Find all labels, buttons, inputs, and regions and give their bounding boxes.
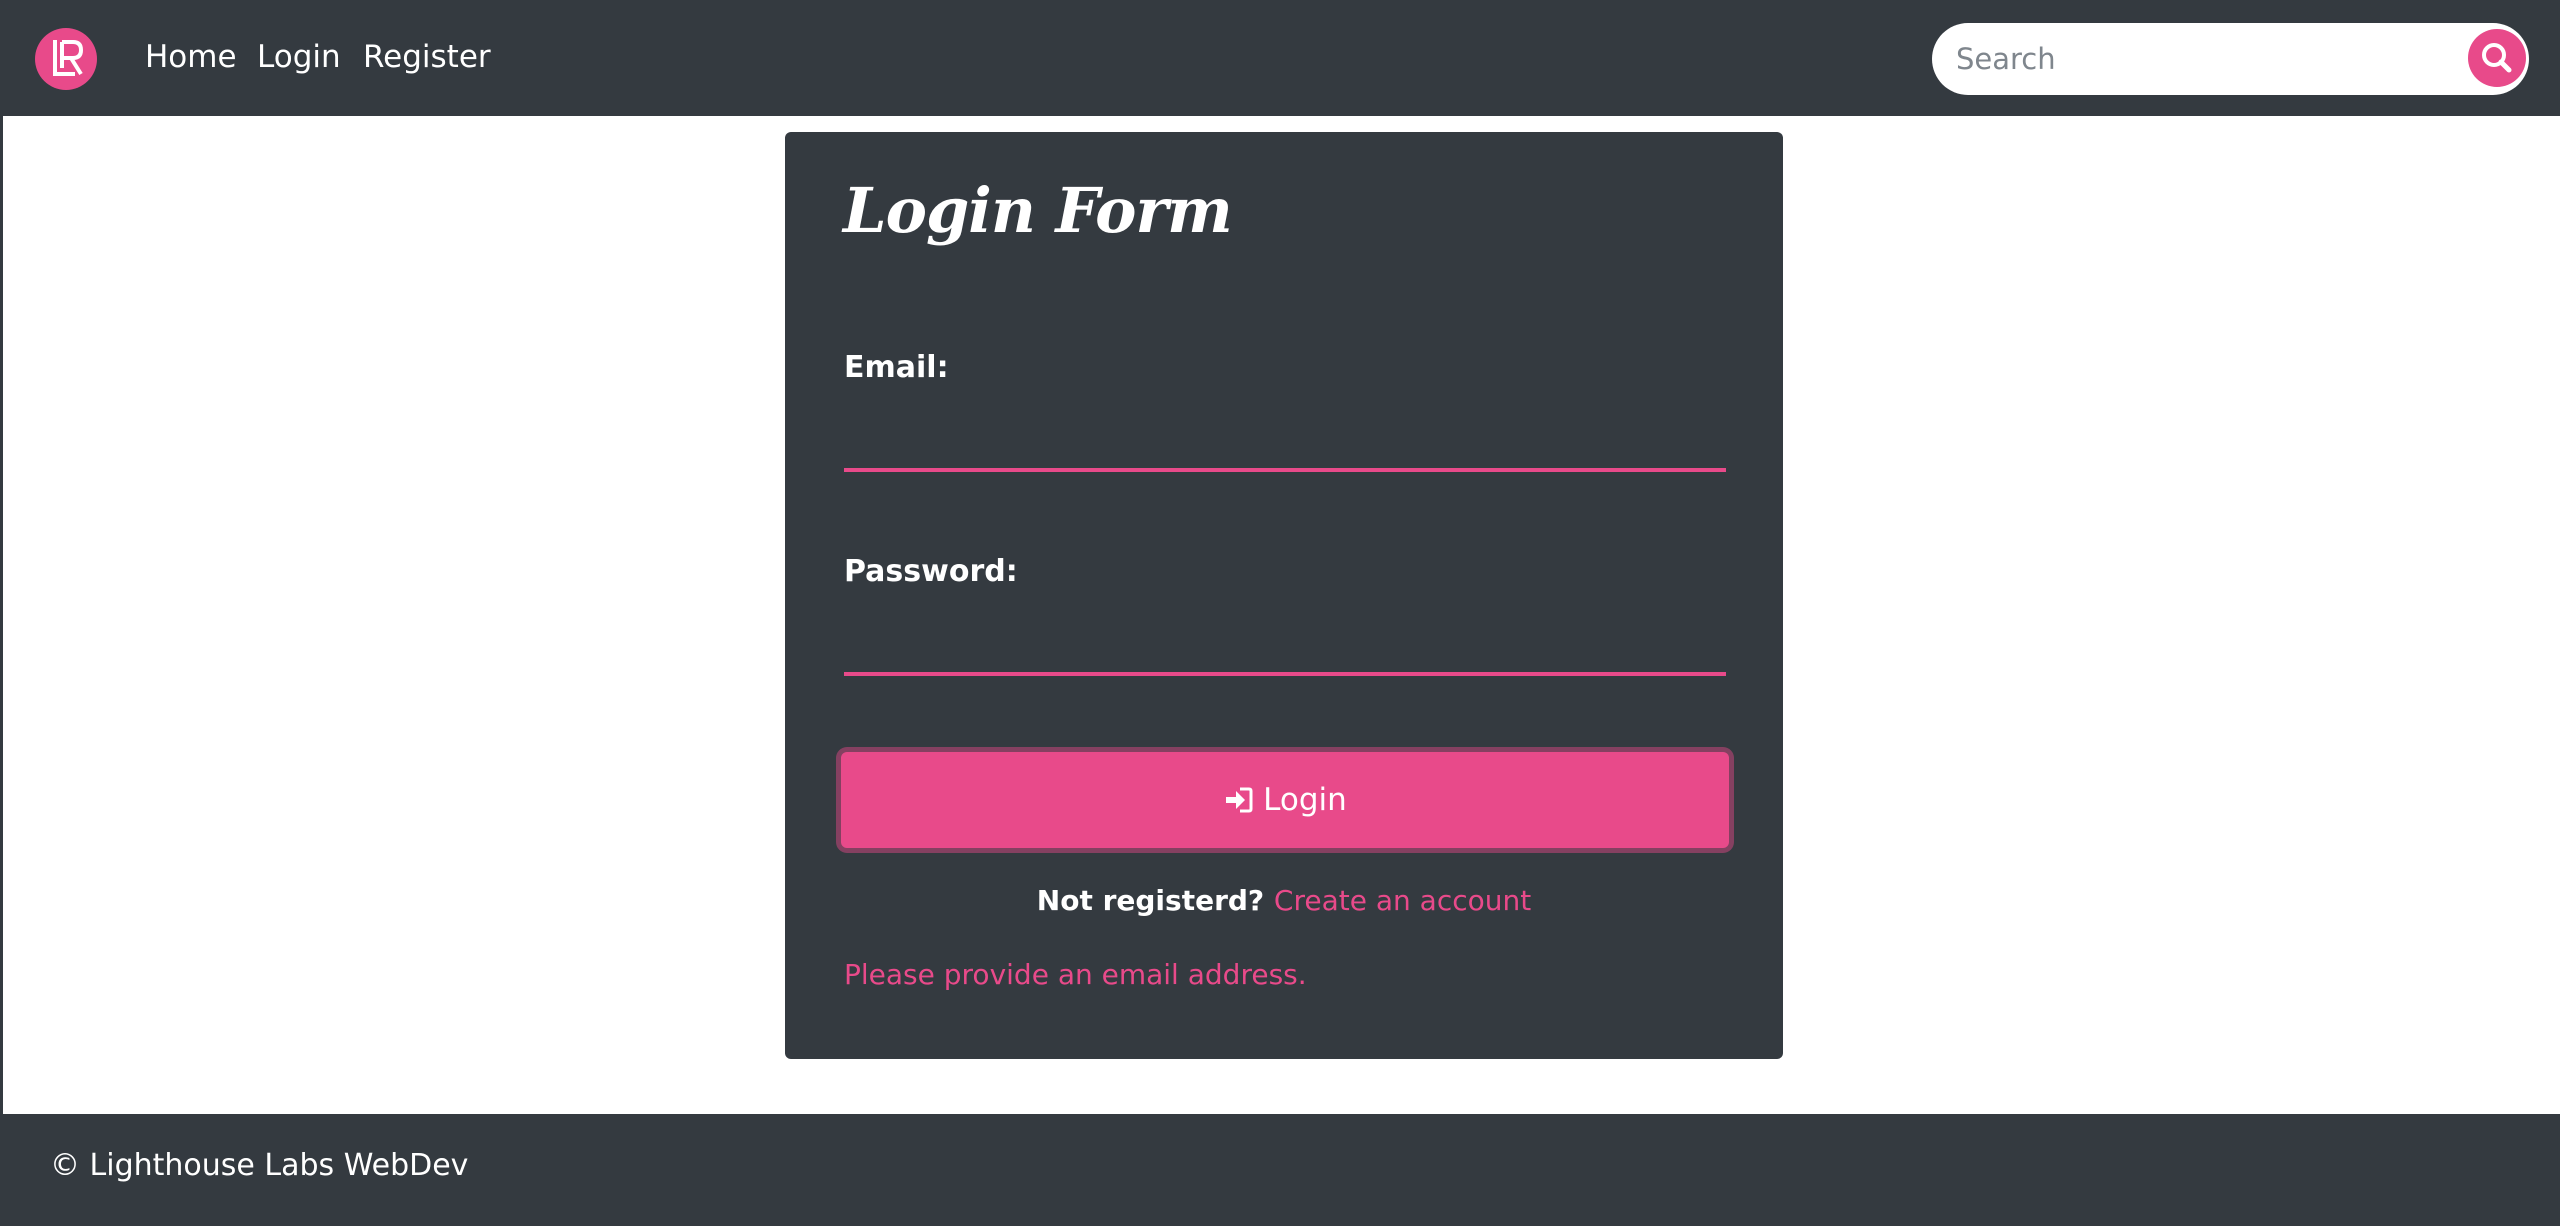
footer-copyright: © Lighthouse Labs WebDev: [50, 1148, 469, 1183]
navbar: Home Login Register: [3, 0, 2560, 116]
sign-in-icon: [1226, 787, 1253, 813]
search-button[interactable]: [2468, 29, 2526, 87]
brand-logo[interactable]: [35, 28, 97, 90]
email-label: Email:: [844, 350, 949, 385]
logo-icon: [53, 40, 84, 76]
login-button[interactable]: Login: [841, 752, 1729, 848]
email-field[interactable]: [844, 416, 1726, 472]
nav-login-link[interactable]: Login: [257, 33, 341, 81]
login-form-title: Login Form: [843, 174, 1233, 247]
password-field[interactable]: [844, 620, 1726, 676]
nav-home-link[interactable]: Home: [145, 33, 237, 81]
nav-register-link[interactable]: Register: [363, 33, 491, 81]
error-message: Please provide an email address.: [844, 958, 1307, 991]
create-account-link[interactable]: Create an account: [1274, 884, 1531, 917]
search-icon: [2482, 43, 2512, 73]
page: Home Login Register Login Form Email: Pa…: [0, 0, 2560, 1226]
password-label: Password:: [844, 554, 1018, 589]
register-prompt-text: Not registerd?: [1036, 884, 1265, 917]
search-input[interactable]: [1956, 33, 2456, 85]
footer: © Lighthouse Labs WebDev: [3, 1114, 2560, 1226]
search-bar: [1932, 23, 2529, 95]
register-prompt: Not registerd? Create an account: [785, 884, 1783, 917]
login-card: Login Form Email: Password: Login Not re…: [785, 132, 1783, 1059]
login-button-label: Login: [1263, 782, 1347, 818]
